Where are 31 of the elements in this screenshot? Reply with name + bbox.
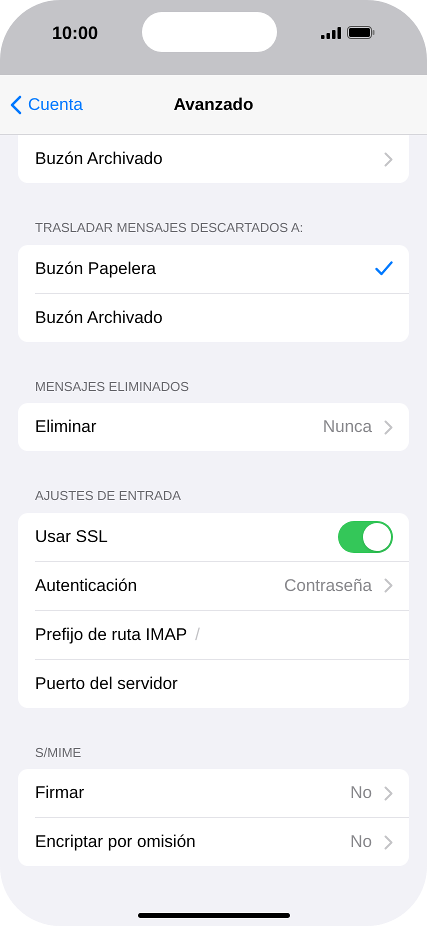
chevron-icon <box>384 420 393 434</box>
settings-row[interactable]: Buzón Archivado <box>35 135 409 183</box>
settings-row[interactable]: Autenticación Contraseña <box>35 562 409 610</box>
section-header: MENSAJES ELIMINADOS <box>34 378 190 396</box>
row-value: No <box>350 782 372 804</box>
back-button[interactable]: Cuenta <box>0 92 83 118</box>
status-time: 10:00 <box>52 22 98 45</box>
row-label: Prefijo de ruta IMAP <box>35 624 188 646</box>
row-value: Contraseña <box>284 574 372 597</box>
section-header: TRASLADAR MENSAJES DESCARTADOS A: <box>34 219 304 237</box>
chevron-icon <box>384 786 393 800</box>
settings-row[interactable]: Encriptar por omisión No <box>35 818 409 866</box>
section-header: S/MIME <box>34 744 82 762</box>
toggle-switch[interactable] <box>338 520 393 552</box>
row-value: No <box>350 831 372 854</box>
signal-icon <box>320 26 341 38</box>
back-chevron-icon <box>10 94 22 114</box>
row-label: Puerto del servidor <box>35 672 178 695</box>
settings-row[interactable]: Eliminar Nunca <box>35 403 409 451</box>
settings-row[interactable]: Buzón Papelera <box>35 244 409 292</box>
section-header: AJUSTES DE ENTRADA <box>34 487 182 505</box>
chevron-icon <box>384 834 393 850</box>
battery-icon <box>346 26 375 39</box>
screen-title: Avanzado <box>174 94 254 116</box>
settings-row[interactable]: Usar SSL <box>35 512 409 560</box>
row-value: Nunca <box>322 416 372 438</box>
settings-row[interactable]: Buzón Archivado <box>35 294 409 342</box>
settings-row[interactable]: Firmar No <box>35 769 409 817</box>
chevron-icon <box>384 152 393 166</box>
input-field[interactable]: / <box>195 622 393 648</box>
chevron-icon <box>384 578 393 593</box>
